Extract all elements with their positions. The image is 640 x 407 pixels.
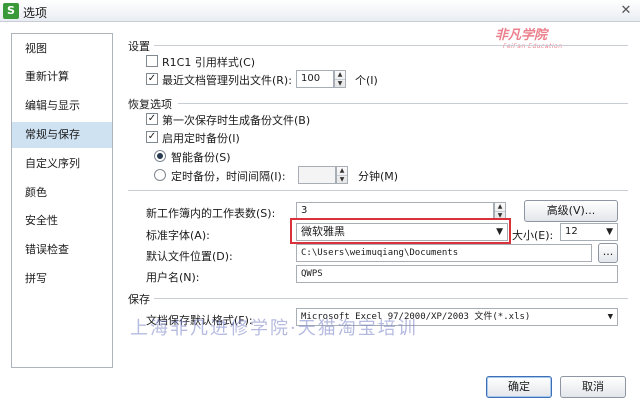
first-save-backup-checkbox[interactable]: ✓ bbox=[146, 113, 158, 125]
recent-files-count-input[interactable]: 100 bbox=[296, 70, 334, 88]
first-save-backup-label: 第一次保存时生成备份文件(B) bbox=[162, 114, 311, 127]
font-size-label: 大小(E): bbox=[512, 229, 554, 242]
ok-button[interactable]: 确定 bbox=[486, 376, 552, 398]
check-icon: ✓ bbox=[147, 73, 157, 84]
advanced-button[interactable]: 高级(V)... bbox=[524, 200, 618, 222]
interval-minutes-unit: 分钟(M) bbox=[358, 170, 399, 183]
watermark-text: 上海非凡进修学院·天猫淘宝培训 bbox=[130, 318, 418, 339]
recovery-bottom-separator bbox=[128, 190, 628, 191]
recovery-section-title: 恢复选项 bbox=[128, 98, 172, 111]
standard-font-label: 标准字体(A): bbox=[146, 229, 210, 242]
sidebar-item-security[interactable]: 安全性 bbox=[12, 208, 112, 234]
sidebar-item-general-save[interactable]: 常规与保存 bbox=[12, 122, 112, 148]
settings-section-title: 设置 bbox=[128, 40, 150, 53]
default-location-label: 默认文件位置(D): bbox=[146, 250, 233, 263]
chevron-down-icon: ▼ bbox=[606, 227, 613, 237]
browse-button[interactable]: ... bbox=[598, 243, 618, 263]
check-icon: ✓ bbox=[147, 131, 157, 142]
options-sidebar: 视图 重新计算 编辑与显示 常规与保存 自定义序列 颜色 安全性 错误检查 拼写 bbox=[11, 33, 113, 368]
recent-files-checkbox[interactable]: ✓ bbox=[146, 73, 158, 85]
title-bar: S 选项 ✕ bbox=[0, 0, 640, 22]
save-separator bbox=[154, 298, 628, 299]
recovery-separator bbox=[178, 103, 628, 104]
chevron-down-icon: ▼ bbox=[607, 312, 613, 322]
window-title: 选项 bbox=[23, 6, 48, 20]
smart-backup-radio[interactable] bbox=[154, 150, 166, 162]
sidebar-item-view[interactable]: 视图 bbox=[12, 36, 112, 62]
sidebar-item-color[interactable]: 颜色 bbox=[12, 180, 112, 206]
recent-files-unit: 个(I) bbox=[355, 74, 378, 87]
recent-files-spinner[interactable]: ▲ ▼ bbox=[334, 70, 346, 88]
watermark-logo-text: 非凡学院 bbox=[495, 28, 548, 43]
timed-backup-label: 启用定时备份(I) bbox=[162, 132, 240, 145]
cancel-button[interactable]: 取消 bbox=[560, 376, 626, 398]
timed-backup-checkbox[interactable]: ✓ bbox=[146, 131, 158, 143]
font-size-dropdown[interactable]: 12 ▼ bbox=[560, 223, 618, 241]
interval-minutes-spinner[interactable]: ▲ ▼ bbox=[336, 166, 348, 184]
sidebar-item-error-check[interactable]: 错误检查 bbox=[12, 237, 112, 263]
save-section-title: 保存 bbox=[128, 293, 150, 306]
sidebar-item-spelling[interactable]: 拼写 bbox=[12, 266, 112, 292]
default-location-input[interactable]: C:\Users\weimuqiang\Documents bbox=[296, 244, 592, 262]
r1c1-checkbox[interactable] bbox=[146, 55, 158, 67]
interval-minutes-input[interactable] bbox=[298, 166, 336, 184]
watermark-logo: 非凡学院 FeiFan Education bbox=[495, 24, 563, 50]
interval-backup-radio[interactable] bbox=[154, 169, 166, 181]
settings-separator bbox=[154, 45, 628, 46]
font-highlight-annotation bbox=[290, 218, 511, 244]
r1c1-label: R1C1 引用样式(C) bbox=[162, 56, 256, 69]
close-icon[interactable]: ✕ bbox=[618, 3, 634, 19]
sidebar-item-recalc[interactable]: 重新计算 bbox=[12, 64, 112, 90]
app-icon: S bbox=[3, 3, 19, 19]
sidebar-item-edit-display[interactable]: 编辑与显示 bbox=[12, 93, 112, 119]
sidebar-item-custom-lists[interactable]: 自定义序列 bbox=[12, 151, 112, 177]
font-size-value: 12 bbox=[565, 226, 578, 237]
recent-files-label: 最近文档管理列出文件(R): bbox=[162, 74, 292, 87]
smart-backup-label: 智能备份(S) bbox=[171, 151, 231, 164]
username-label: 用户名(N): bbox=[146, 271, 200, 284]
sheet-count-label: 新工作簿内的工作表数(S): bbox=[146, 207, 276, 220]
check-icon: ✓ bbox=[147, 113, 157, 124]
username-input[interactable]: QWPS bbox=[296, 265, 618, 283]
interval-backup-label: 定时备份，时间间隔(I): bbox=[171, 170, 286, 183]
